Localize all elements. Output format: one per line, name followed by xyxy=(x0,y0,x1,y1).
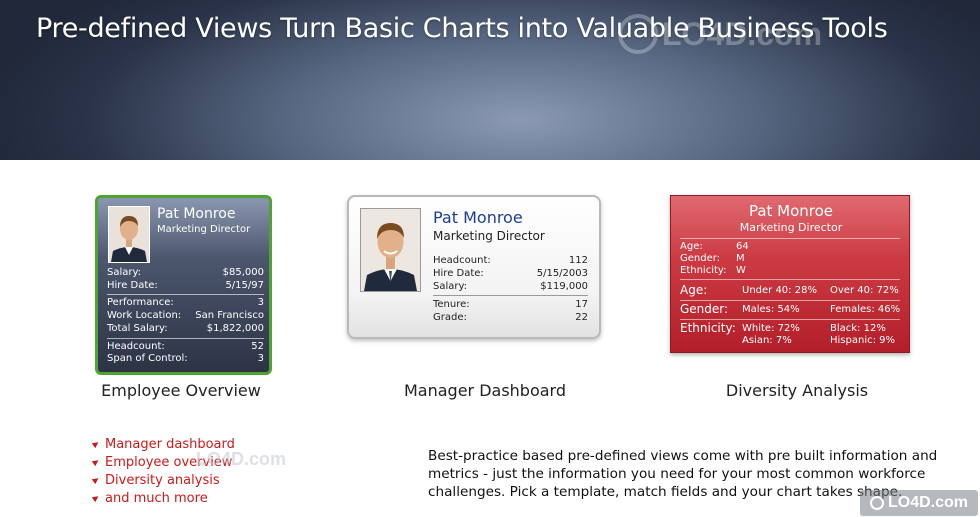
employee-name: Pat Monroe xyxy=(157,206,236,222)
divider xyxy=(680,279,900,280)
arrow-bullet-icon xyxy=(91,475,101,485)
detail-row: Hire Date: 5/15/2003 xyxy=(433,268,588,279)
detail-row: Tenure: 17 xyxy=(433,299,588,310)
watermark-text: LO4D.com xyxy=(662,15,823,52)
person-photo-icon xyxy=(109,207,149,262)
detail-row: Total Salary: $1,822,000 xyxy=(107,322,264,334)
watermark-text: LO4D.com xyxy=(196,449,287,469)
globe-icon xyxy=(869,496,884,510)
caption-manager-dashboard: Manager Dashboard xyxy=(403,381,567,400)
manager-dashboard-card[interactable]: Pat Monroe Marketing Director Headcount:… xyxy=(347,195,601,339)
diversity-title: Marketing Director xyxy=(739,221,843,234)
arrow-bullet-icon xyxy=(91,439,101,449)
diversity-analysis-card[interactable]: Pat Monroe Marketing Director Age: 64 Gen… xyxy=(670,195,910,353)
watermark-logo: LO4D.com xyxy=(618,14,822,54)
divider xyxy=(107,337,264,339)
list-item: Diversity analysis xyxy=(91,471,235,489)
employee-details: Salary: $85,000 Hire Date: 5/15/97 Perform… xyxy=(107,267,264,366)
divider xyxy=(107,294,264,296)
detail-row: Ethnicity: W xyxy=(680,265,746,276)
detail-row: Headcount: 112 xyxy=(433,255,588,266)
divider xyxy=(433,295,588,296)
detail-row: Work Location: San Francisco xyxy=(107,310,264,322)
diversity-basic-info: Age: 64 Gender: M Ethnicity: W xyxy=(680,241,749,277)
detail-row: Salary: $119,000 xyxy=(433,281,588,292)
hero-banner: Pre-defined Views Turn Basic Charts into… xyxy=(0,0,980,160)
detail-row: Headcount: 52 xyxy=(107,340,264,352)
person-photo-icon xyxy=(361,209,420,291)
watermark-badge: LO4D.com xyxy=(860,490,978,516)
employee-overview-card[interactable]: Pat Monroe Marketing Director Salary: $85… xyxy=(95,195,272,375)
employee-title: Marketing Director xyxy=(157,224,251,235)
manager-name: Pat Monroe xyxy=(433,208,523,227)
diversity-name: Pat Monroe xyxy=(748,202,834,220)
detail-row: Hire Date: 5/15/97 xyxy=(107,279,264,291)
caption-diversity-analysis: Diversity Analysis xyxy=(725,381,869,400)
divider xyxy=(680,300,900,301)
feature-list: Manager dashboard Employee overview Dive… xyxy=(91,435,235,507)
employee-photo xyxy=(108,206,150,263)
detail-row: Salary: $85,000 xyxy=(107,267,264,278)
manager-title: Marketing Director xyxy=(433,229,545,243)
divider xyxy=(680,319,900,320)
detail-row: Grade: 22 xyxy=(433,312,588,323)
detail-row: Gender: M xyxy=(680,253,745,264)
detail-row: Performance: 3 xyxy=(107,297,264,309)
manager-photo xyxy=(360,208,421,292)
detail-row: Span of Control: 3 xyxy=(107,353,264,365)
arrow-bullet-icon xyxy=(91,493,101,503)
arrow-bullet-icon xyxy=(91,457,101,467)
manager-details: Headcount: 112 Hire Date: 5/15/2003 Salary… xyxy=(433,254,588,324)
caption-employee-overview: Employee Overview xyxy=(101,381,261,400)
divider xyxy=(680,238,900,239)
detail-row: Age: 64 xyxy=(680,241,749,252)
globe-icon xyxy=(618,14,658,54)
watermark-text: LO4D.com xyxy=(887,494,968,511)
list-item: and much more xyxy=(91,489,235,507)
